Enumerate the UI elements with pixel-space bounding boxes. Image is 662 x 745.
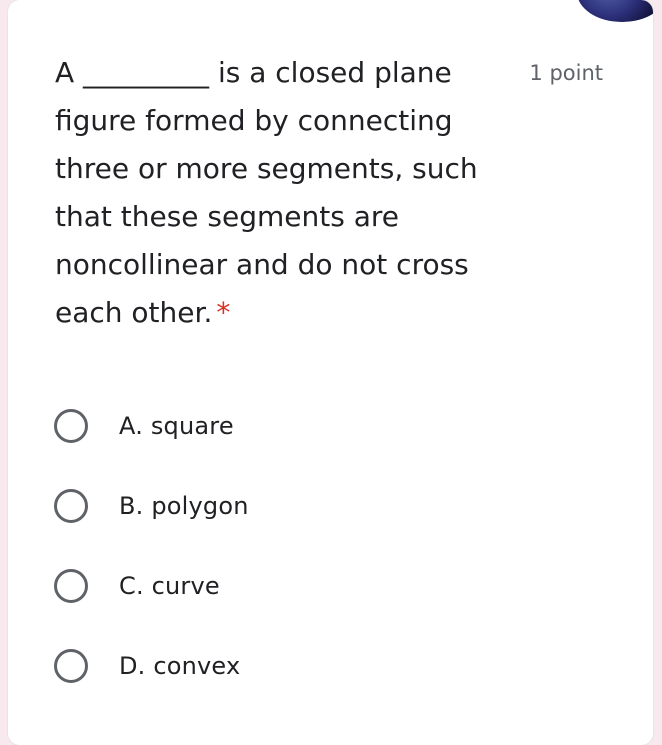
option-b[interactable]: B. polygon bbox=[54, 466, 614, 546]
required-asterisk: * bbox=[216, 296, 231, 329]
option-d[interactable]: D. convex bbox=[54, 626, 614, 706]
option-d-label[interactable]: D. convex bbox=[119, 652, 240, 680]
option-a[interactable]: A. square bbox=[54, 386, 614, 466]
radio-button-b[interactable] bbox=[54, 489, 88, 523]
question-card: A _________ is a closed plane figure for… bbox=[8, 0, 653, 745]
option-b-label[interactable]: B. polygon bbox=[119, 492, 249, 520]
points-label: 1 point bbox=[529, 61, 603, 85]
question-text-block: A _________ is a closed plane figure for… bbox=[55, 49, 495, 337]
answer-options: A. square B. polygon C. curve D. convex bbox=[54, 386, 614, 706]
radio-button-d[interactable] bbox=[54, 649, 88, 683]
radio-button-c[interactable] bbox=[54, 569, 88, 603]
question-text: A _________ is a closed plane figure for… bbox=[55, 56, 478, 329]
option-a-label[interactable]: A. square bbox=[119, 412, 234, 440]
header-image-corner bbox=[577, 0, 653, 22]
option-c[interactable]: C. curve bbox=[54, 546, 614, 626]
radio-button-a[interactable] bbox=[54, 409, 88, 443]
option-c-label[interactable]: C. curve bbox=[119, 572, 220, 600]
